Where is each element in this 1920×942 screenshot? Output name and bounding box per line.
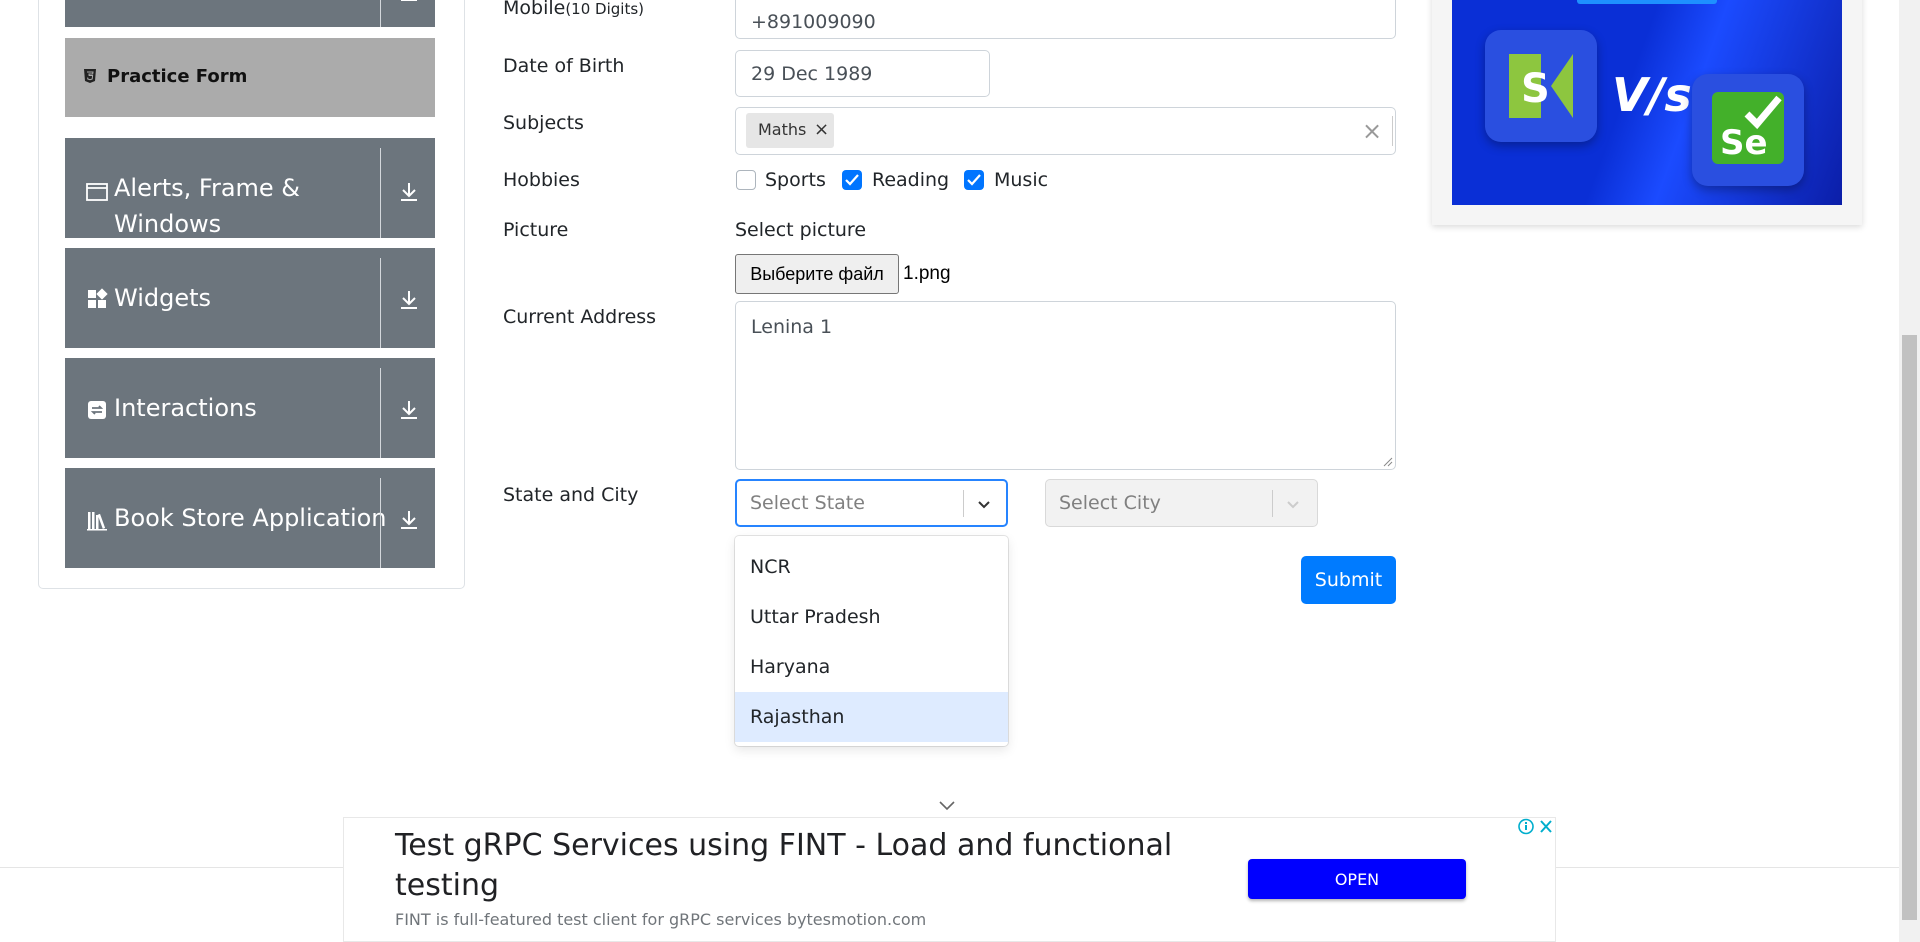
adchoices-icon[interactable]: [1517, 817, 1555, 836]
mobile-value: +891009090: [751, 10, 876, 33]
subject-chip: Maths ×: [746, 113, 834, 148]
katalon-logo-icon: S: [1509, 54, 1573, 118]
sidebar-group-interactions[interactable]: Interactions: [65, 358, 435, 458]
selenium-letters: Se: [1720, 123, 1768, 163]
city-separator: [1272, 490, 1273, 517]
sidebar-group-label: Book Store Application: [114, 504, 387, 532]
submit-button[interactable]: Submit: [1301, 556, 1396, 604]
download-icon[interactable]: [397, 0, 421, 4]
mobile-label: Mobile(10 Digits): [503, 0, 644, 19]
state-separator: [963, 490, 964, 517]
selenium-tile: Se: [1692, 74, 1804, 186]
ad-open-button[interactable]: OPEN: [1248, 859, 1466, 899]
check-icon: [845, 174, 859, 186]
interactions-icon: [88, 401, 106, 419]
state-dropdown-menu: NCR Uttar Pradesh Haryana Rajasthan: [735, 536, 1008, 746]
ad-title[interactable]: Test gRPC Services using FINT - Load and…: [395, 826, 1215, 906]
banner-top-button: [1577, 0, 1717, 4]
state-option[interactable]: Uttar Pradesh: [735, 592, 1008, 642]
sports-label[interactable]: Sports: [765, 169, 826, 191]
chevron-down-icon[interactable]: [974, 494, 994, 514]
sidebar-group-alerts[interactable]: Alerts, Frame & Windows: [65, 138, 435, 238]
resize-handle-icon[interactable]: [1383, 457, 1393, 467]
sidebar-group-label: Windows: [114, 210, 222, 238]
chevron-down-icon: [1287, 501, 1299, 509]
subject-chip-label: Maths: [758, 120, 807, 139]
sidebar-separator: [380, 258, 381, 348]
sidebar-group-forms[interactable]: [65, 0, 435, 27]
banner-image[interactable]: S V/s Se: [1452, 0, 1842, 205]
chevron-down-icon[interactable]: [938, 800, 956, 812]
state-select[interactable]: Select State: [735, 479, 1008, 527]
sidebar-separator: [380, 368, 381, 458]
download-icon[interactable]: [397, 398, 421, 422]
hobbies-label: Hobbies: [503, 169, 580, 191]
katalon-letter: S: [1521, 66, 1550, 112]
ad-subtitle: FINT is full-featured test client for gR…: [395, 910, 927, 929]
address-value: Lenina 1: [751, 316, 833, 338]
sidebar-group-book-store[interactable]: Book Store Application: [65, 468, 435, 568]
widgets-icon: [88, 288, 108, 308]
sports-checkbox[interactable]: [736, 170, 756, 190]
chip-remove-icon[interactable]: ×: [814, 119, 829, 140]
dob-value: 29 Dec 1989: [751, 62, 873, 85]
sidebar-item-label: Practice Form: [107, 66, 248, 87]
address-textarea[interactable]: Lenina 1: [735, 301, 1396, 470]
choose-file-button[interactable]: Выберите файл: [735, 254, 899, 294]
selenium-logo-icon: Se: [1712, 92, 1784, 164]
scrollbar-thumb[interactable]: [1902, 335, 1917, 920]
state-city-label: State and City: [503, 484, 639, 506]
clear-icon[interactable]: ×: [1362, 117, 1382, 145]
state-option[interactable]: Haryana: [735, 642, 1008, 692]
html5-icon: [84, 69, 96, 83]
select-picture-label: Select picture: [735, 219, 867, 241]
sidebar-group-label: Widgets: [114, 284, 212, 312]
state-option[interactable]: NCR: [735, 542, 1008, 592]
sidebar-separator: [380, 0, 381, 27]
download-icon[interactable]: [397, 180, 421, 204]
subjects-separator: [1392, 116, 1393, 146]
file-name: 1.png: [903, 263, 951, 284]
versus-text: V/s: [1612, 68, 1692, 122]
reading-label[interactable]: Reading: [872, 169, 949, 191]
music-checkbox[interactable]: [964, 170, 984, 190]
dob-input[interactable]: 29 Dec 1989: [735, 50, 990, 97]
subjects-input[interactable]: [735, 107, 1396, 155]
mobile-hint: (10 Digits): [565, 0, 644, 18]
check-icon: [967, 174, 981, 186]
state-option-highlighted[interactable]: Rajasthan: [735, 692, 1008, 742]
sidebar-group-label: Interactions: [114, 394, 257, 422]
state-placeholder: Select State: [750, 492, 865, 514]
city-placeholder: Select City: [1059, 492, 1161, 514]
subjects-label: Subjects: [503, 112, 584, 134]
mobile-label-text: Mobile: [503, 0, 566, 19]
dob-label: Date of Birth: [503, 55, 625, 77]
sidebar-separator: [380, 148, 381, 238]
music-label[interactable]: Music: [994, 169, 1048, 191]
sidebar-group-label: Alerts, Frame &: [114, 174, 301, 202]
picture-label: Picture: [503, 219, 569, 241]
mobile-input[interactable]: +891009090: [735, 0, 1396, 39]
window-icon: [86, 183, 108, 201]
sidebar-group-widgets[interactable]: Widgets: [65, 248, 435, 348]
books-icon: [87, 512, 107, 531]
download-icon[interactable]: [397, 508, 421, 532]
sidebar-separator: [380, 478, 381, 568]
city-select[interactable]: Select City: [1045, 479, 1318, 527]
katalon-tile: S: [1485, 30, 1597, 142]
sidebar-item-practice-form[interactable]: Practice Form: [65, 38, 435, 117]
address-label: Current Address: [503, 306, 657, 328]
download-icon[interactable]: [397, 288, 421, 312]
reading-checkbox[interactable]: [842, 170, 862, 190]
